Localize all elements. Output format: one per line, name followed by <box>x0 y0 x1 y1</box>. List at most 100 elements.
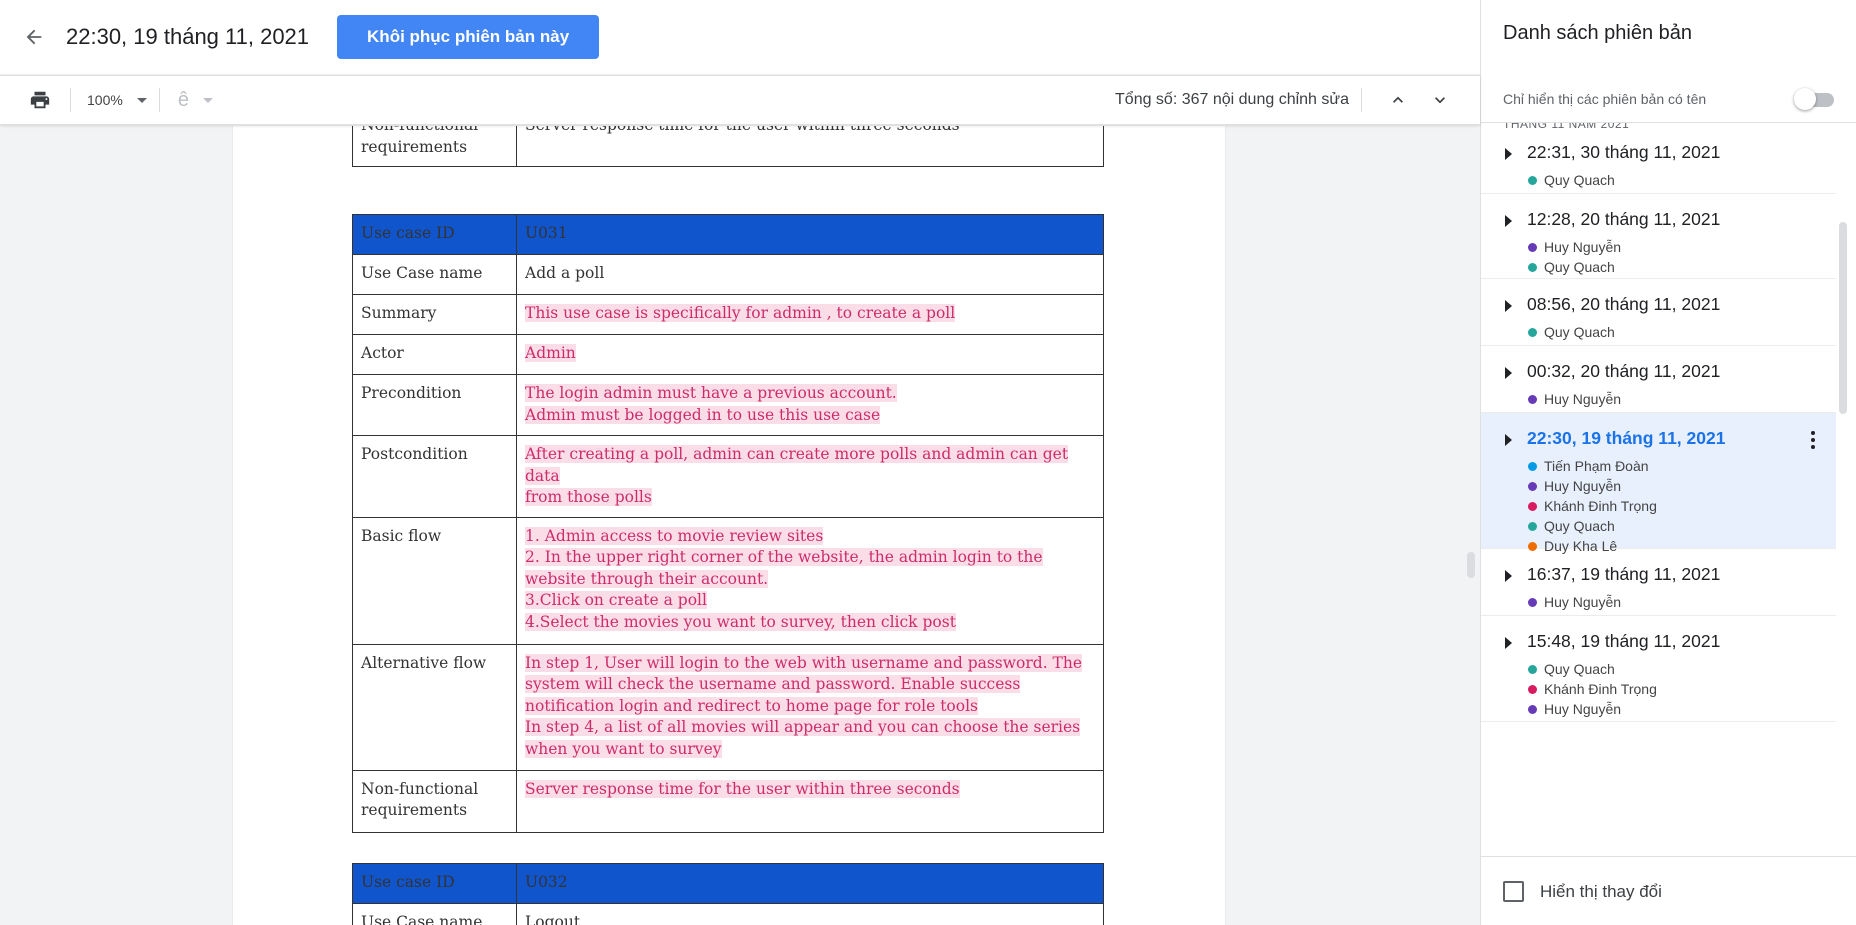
table-row: Basic flow 1. Admin access to movie revi… <box>352 516 1104 645</box>
table-key-cell: Use Case name <box>352 903 517 925</box>
editor-name: Tiến Phạm Đoàn <box>1544 458 1649 474</box>
editor-color-dot <box>1528 481 1537 491</box>
table-row: Postcondition After creating a poll, adm… <box>352 435 1104 518</box>
table-key-cell: Non-functional requirements <box>352 126 517 167</box>
table-key-cell: Use case ID <box>352 214 517 255</box>
table-value-cell: Add a poll <box>516 254 1104 295</box>
version-editors: Huy Nguyễn <box>1527 592 1621 612</box>
show-changes-label: Hiển thị thay đổi <box>1540 882 1662 901</box>
table-key-cell: Use case ID <box>352 863 517 904</box>
table-row: Actor Admin <box>352 334 1104 375</box>
editor-entry: Tiến Phạm Đoàn <box>1527 456 1657 476</box>
version-editors: Huy Nguyễn Quy Quach <box>1527 237 1621 277</box>
table-row: Precondition The login admin must have a… <box>352 374 1104 436</box>
table-value-cell: Admin <box>516 334 1104 375</box>
version-item[interactable]: 00:32, 20 tháng 11, 2021 Huy Nguyễn <box>1481 346 1836 413</box>
table-value-cell: Server response time for the user within… <box>516 126 1104 167</box>
toolbar: 100% ê Tổng số: 367 nội dung chỉnh sửa <box>0 75 1480 125</box>
expand-triangle-icon[interactable] <box>1505 148 1512 160</box>
version-timestamp: 12:28, 20 tháng 11, 2021 <box>1527 209 1721 229</box>
version-timestamp: 08:56, 20 tháng 11, 2021 <box>1527 294 1721 314</box>
toolbar-divider <box>158 88 160 112</box>
version-item[interactable]: 22:31, 30 tháng 11, 2021 Quy Quach <box>1481 127 1836 194</box>
editor-color-dot <box>1528 501 1537 511</box>
expand-triangle-icon[interactable] <box>1505 367 1512 379</box>
editor-color-dot <box>1528 521 1537 531</box>
editor-color-dot <box>1528 262 1537 272</box>
version-timestamp: 22:30, 19 tháng 11, 2021 <box>1527 428 1726 448</box>
editor-name: Khánh Đinh Trọng <box>1544 681 1657 697</box>
table-value-cell: U031 <box>516 214 1104 255</box>
back-arrow-icon[interactable] <box>16 19 52 55</box>
editor-name: Quy Quach <box>1544 172 1615 188</box>
zoom-select[interactable]: 100% <box>87 92 147 108</box>
editor-name: Quy Quach <box>1544 518 1615 534</box>
version-list-scrollbar[interactable] <box>1839 222 1847 414</box>
input-tools-icon: ê <box>177 88 189 111</box>
table-value-cell: U032 <box>516 863 1104 904</box>
version-timestamp: 15:48, 19 tháng 11, 2021 <box>1527 631 1721 651</box>
version-item[interactable]: 15:48, 19 tháng 11, 2021 Quy Quach Khánh Đ… <box>1481 616 1836 722</box>
editor-name: Quy Quach <box>1544 661 1615 677</box>
editor-name: Huy Nguyễn <box>1544 478 1622 494</box>
restore-version-button[interactable]: Khôi phục phiên bản này <box>337 15 600 59</box>
editor-color-dot <box>1528 461 1537 471</box>
editor-name: Quy Quach <box>1544 259 1615 275</box>
table-value-cell: This use case is specifically for admin … <box>516 294 1104 335</box>
editor-name: Huy Nguyễn <box>1544 391 1622 407</box>
show-changes-checkbox[interactable] <box>1503 881 1524 902</box>
version-editors: Tiến Phạm Đoàn Huy Nguyễn Khánh Đinh Trọng… <box>1527 456 1657 556</box>
table-row: Use Case name Add a poll <box>352 254 1104 295</box>
table-key-cell: Non-functional requirements <box>352 769 517 833</box>
use-case-table-u032: Use case ID U032 Use Case name Logout <box>352 863 1104 925</box>
zoom-value: 100% <box>87 92 123 108</box>
editor-name: Huy Nguyễn <box>1544 594 1622 610</box>
version-history-panel: Danh sách phiên bản Chỉ hiển thị các phi… <box>1480 0 1856 925</box>
document-page: Non-functional requirements Server respo… <box>233 126 1225 925</box>
table-value-cell: After creating a poll, admin can create … <box>516 435 1104 518</box>
print-icon[interactable] <box>22 82 58 118</box>
top-bar: 22:30, 19 tháng 11, 2021 Khôi phục phiên… <box>0 0 1480 74</box>
editor-color-dot <box>1528 684 1537 694</box>
named-versions-toggle[interactable] <box>1794 88 1838 110</box>
table-key-cell: Actor <box>352 334 517 375</box>
version-item[interactable]: 12:28, 20 tháng 11, 2021 Huy Nguyễn Quy Qu… <box>1481 194 1836 279</box>
more-options-icon[interactable] <box>1802 427 1824 453</box>
editor-color-dot <box>1528 704 1537 714</box>
editor-color-dot <box>1528 327 1537 337</box>
editor-name: Quy Quach <box>1544 324 1615 340</box>
version-item[interactable]: 16:37, 19 tháng 11, 2021 Huy Nguyễn <box>1481 549 1836 616</box>
previous-edit-icon[interactable] <box>1380 82 1416 118</box>
editor-color-dot <box>1528 394 1537 404</box>
next-edit-icon[interactable] <box>1422 82 1458 118</box>
editor-color-dot <box>1528 597 1537 607</box>
version-item[interactable]: 08:56, 20 tháng 11, 2021 Quy Quach <box>1481 279 1836 346</box>
expand-triangle-icon[interactable] <box>1505 300 1512 312</box>
expand-triangle-icon[interactable] <box>1505 570 1512 582</box>
editor-entry: Khánh Đinh Trọng <box>1527 496 1657 516</box>
toolbar-divider <box>1361 88 1362 112</box>
version-item[interactable]: 22:30, 19 tháng 11, 2021 Tiến Phạm Đoàn Hu… <box>1481 413 1836 554</box>
use-case-table-u031: Use case ID U031 Use Case name Add a pol… <box>352 214 1104 833</box>
panel-resize-handle[interactable] <box>1467 552 1475 578</box>
expand-triangle-icon[interactable] <box>1505 434 1512 446</box>
table-row: Use Case name Logout <box>352 903 1104 925</box>
table-row: Summary This use case is specifically fo… <box>352 294 1104 335</box>
table-key-cell: Summary <box>352 294 517 335</box>
table-key-cell: Alternative flow <box>352 643 517 771</box>
table-key-cell: Use Case name <box>352 254 517 295</box>
editor-entry: Huy Nguyễn <box>1527 389 1621 409</box>
expand-triangle-icon[interactable] <box>1505 215 1512 227</box>
table-value-cell: 1. Admin access to movie review sites 2.… <box>516 516 1104 645</box>
input-tools-button[interactable]: ê <box>178 89 213 112</box>
expand-triangle-icon[interactable] <box>1505 637 1512 649</box>
table-value-cell: The login admin must have a previous acc… <box>516 374 1104 436</box>
panel-title: Danh sách phiên bản <box>1503 22 1693 44</box>
version-editors: Huy Nguyễn <box>1527 389 1621 409</box>
editor-entry: Quy Quach <box>1527 659 1657 679</box>
edit-count: Tổng số: 367 nội dung chỉnh sửa <box>1115 91 1349 108</box>
version-editors: Quy Quach <box>1527 322 1615 342</box>
editor-color-dot <box>1528 175 1537 185</box>
document-area: Non-functional requirements Server respo… <box>0 126 1480 925</box>
named-versions-filter-label: Chỉ hiển thị các phiên bản có tên <box>1503 91 1707 107</box>
